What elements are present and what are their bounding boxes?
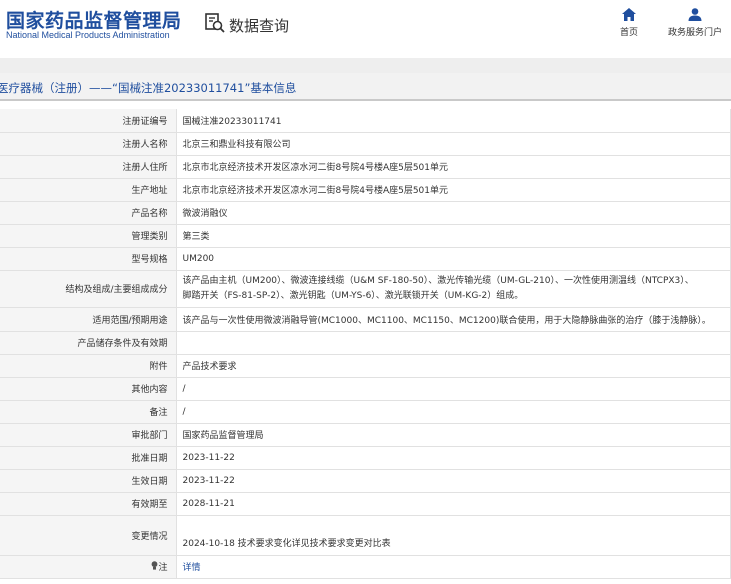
nav-service-label: 政务服务门户 [667, 28, 722, 38]
table-row: 产品名称 微波消融仪 [0, 201, 731, 225]
row-label: 备注 [0, 400, 177, 424]
row-label: 变更情况 [0, 515, 177, 556]
row-label: 产品名称 [0, 201, 177, 225]
section-title-bar: 医疗器械（注册）——“国械注准20233011741”基本信息 [0, 73, 731, 101]
details-link[interactable]: 详情 [183, 563, 201, 573]
row-label: 其他内容 [0, 377, 177, 401]
row-value: 产品技术要求 [176, 354, 731, 378]
table-row: 管理类别 第三类 [0, 224, 731, 248]
row-label: 注册人住所 [0, 155, 177, 179]
row-value: / [176, 400, 731, 424]
row-value: 微波消融仪 [176, 201, 731, 225]
row-value: 第三类 [176, 224, 731, 248]
table-row: 审批部门 国家药品监督管理局 [0, 423, 731, 447]
row-value: 北京市北京经济技术开发区凉水河二街8号院4号楼A座5层501单元 [176, 155, 731, 179]
row-value: 国家药品监督管理局 [176, 423, 731, 447]
row-label: 适用范围/预期用途 [0, 307, 177, 332]
row-value: 详情 [176, 555, 731, 579]
table-row: 注册人住所 北京市北京经济技术开发区凉水河二街8号院4号楼A座5层501单元 [0, 155, 731, 179]
row-value: 2028-11-21 [176, 492, 731, 516]
data-query-label: 数据查询 [229, 16, 290, 35]
table-row: 注册证编号 国械注准20233011741 [0, 109, 731, 133]
table-row: 生产地址 北京市北京经济技术开发区凉水河二街8号院4号楼A座5层501单元 [0, 178, 731, 202]
row-label: 结构及组成/主要组成成分 [0, 270, 177, 308]
table-row: 其他内容 / [0, 377, 731, 401]
row-value: 该产品由主机（UM200）、微波连接线缆（U&M SF-180-50）、激光传输… [176, 270, 731, 308]
table-row: 有效期至 2028-11-21 [0, 492, 731, 516]
nav-home-label: 首页 [619, 28, 638, 38]
detail-table: 注册证编号 国械注准20233011741 注册人名称 北京三和鼎业科技有限公司… [0, 109, 731, 579]
home-icon [622, 8, 636, 21]
row-label: 注册人名称 [0, 132, 177, 156]
table-row: 备注 / [0, 400, 731, 424]
row-value: 北京市北京经济技术开发区凉水河二街8号院4号楼A座5层501单元 [176, 178, 731, 202]
row-label: 批准日期 [0, 446, 177, 470]
table-row: 变更情况 2024-10-18 技术要求变化详见技术要求变更对比表 [0, 515, 731, 556]
row-value-line: 该产品由主机（UM200）、微波连接线缆（U&M SF-180-50）、激光传输… [182, 275, 694, 286]
data-query-title: 数据查询 [204, 12, 289, 38]
table-row: 结构及组成/主要组成成分 该产品由主机（UM200）、微波连接线缆（U&M SF… [0, 270, 731, 308]
row-value [176, 331, 731, 355]
table-row: 注册人名称 北京三和鼎业科技有限公司 [0, 132, 731, 156]
table-row: 附件 产品技术要求 [0, 354, 731, 378]
row-value-line: 脚踏开关（FS-81-SP-2）、激光钥匙（UM-YS-6）、激光联锁开关（UM… [182, 290, 524, 301]
row-value: 北京三和鼎业科技有限公司 [176, 132, 731, 156]
row-label: 注册证编号 [0, 109, 177, 133]
table-row: 批准日期 2023-11-22 [0, 446, 731, 470]
site-header: 国家药品监督管理局 National Medical Products Admi… [0, 0, 731, 58]
nav-service-portal[interactable]: 政务服务门户 [664, 8, 726, 38]
section-title: 医疗器械（注册）——“国械注准20233011741”基本信息 [0, 81, 297, 95]
note-label: 注 [158, 563, 168, 573]
row-value: 该产品与一次性使用微波消融导管(MC1000、MC1100、MC1150、MC1… [176, 307, 731, 332]
row-label: 管理类别 [0, 224, 177, 248]
row-label: 附件 [0, 354, 177, 378]
site-logo-subtitle[interactable]: National Medical Products Administration [6, 30, 170, 40]
site-logo-title[interactable]: 国家药品监督管理局 [6, 6, 182, 33]
row-label: 生效日期 [0, 469, 177, 493]
table-row: 注 详情 [0, 555, 731, 579]
table-row: 适用范围/预期用途 该产品与一次性使用微波消融导管(MC1000、MC1100、… [0, 307, 731, 332]
table-row: 型号规格 UM200 [0, 247, 731, 271]
row-label: 产品储存条件及有效期 [0, 331, 177, 355]
row-value: 2023-11-22 [176, 446, 731, 470]
row-value: 2024-10-18 技术要求变化详见技术要求变更对比表 [176, 515, 731, 556]
row-label: 审批部门 [0, 423, 177, 447]
row-value: UM200 [176, 247, 731, 271]
table-row: 产品储存条件及有效期 [0, 331, 731, 355]
magnifier-document-icon [204, 12, 226, 38]
row-value: 2023-11-22 [176, 469, 731, 493]
row-label: 有效期至 [0, 492, 177, 516]
user-icon [688, 8, 702, 21]
header-divider [0, 58, 731, 73]
row-label-note: 注 [0, 555, 177, 579]
nav-home[interactable]: 首页 [615, 8, 643, 38]
row-value: 国械注准20233011741 [176, 109, 731, 133]
row-label: 生产地址 [0, 178, 177, 202]
row-value: / [176, 377, 731, 401]
table-row: 生效日期 2023-11-22 [0, 469, 731, 493]
row-label: 型号规格 [0, 247, 177, 271]
